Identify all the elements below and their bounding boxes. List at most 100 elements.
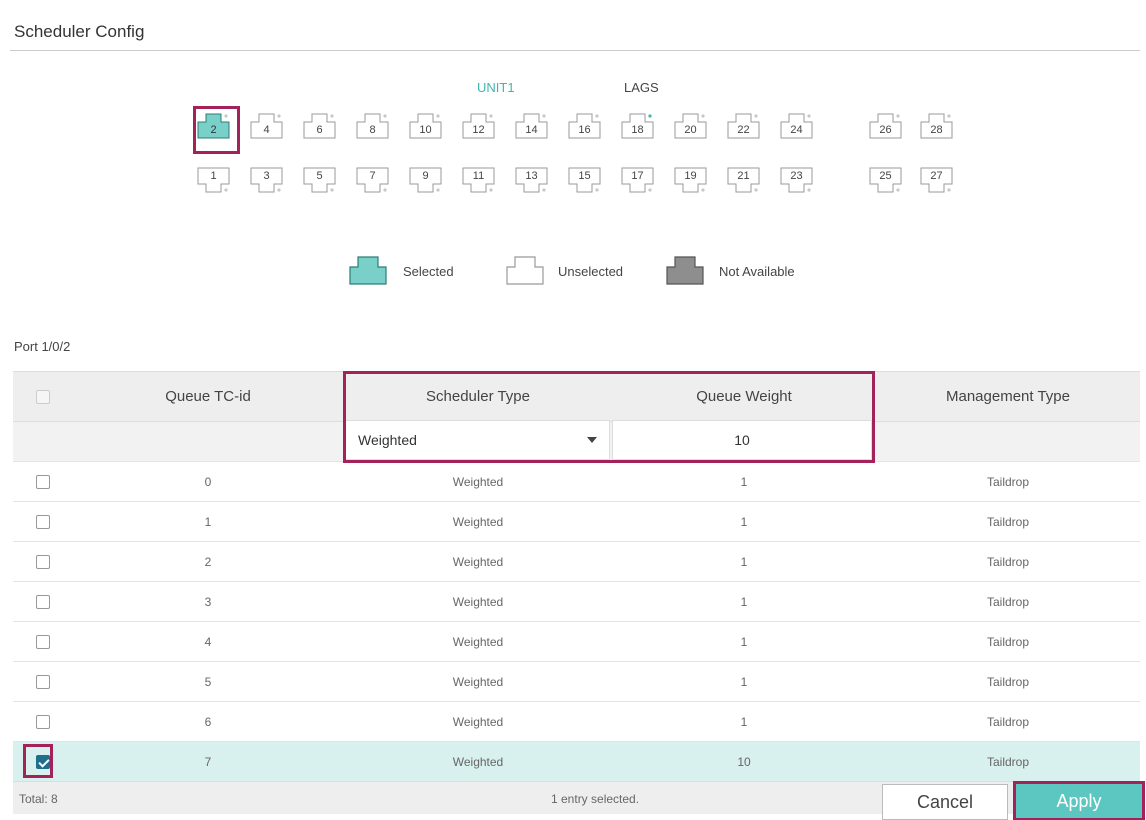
cell-management-type: Taildrop [876,541,1140,582]
unselected-port-icon [506,256,544,285]
port-6[interactable]: 6 [303,112,336,139]
port-9[interactable]: 9 [409,167,442,194]
cell-queue-weight: 1 [612,461,876,502]
port-number: 8 [369,124,376,136]
port-number: 10 [419,124,432,136]
cell-queue-id: 2 [72,541,344,582]
port-number: 15 [578,170,591,182]
checked-row-highlight [23,744,53,778]
port-26[interactable]: 26 [869,112,902,139]
port-4[interactable]: 4 [250,112,283,139]
port-8[interactable]: 8 [356,112,389,139]
port-number: 13 [525,170,538,182]
port-5[interactable]: 5 [303,167,336,194]
cell-management-type: Taildrop [876,581,1140,622]
port-19[interactable]: 19 [674,167,707,194]
title-divider [10,50,1140,51]
port-11[interactable]: 11 [462,167,495,194]
table-row[interactable]: 5 Weighted 1 Taildrop [13,661,1140,702]
row-checkbox[interactable] [35,474,50,489]
port-15[interactable]: 15 [568,167,601,194]
port-1[interactable]: 1 [197,167,230,194]
selected-port-highlight [193,106,240,154]
cell-scheduler-type: Weighted [344,501,612,542]
port-number: 19 [684,170,697,182]
port-number: 6 [316,124,323,136]
port-number: 21 [737,170,750,182]
cell-management-type: Taildrop [876,461,1140,502]
cell-queue-weight: 1 [612,581,876,622]
table-row[interactable]: 4 Weighted 1 Taildrop [13,621,1140,662]
cell-management-type: Taildrop [876,501,1140,542]
apply-button[interactable]: Apply [1013,781,1145,820]
port-12[interactable]: 12 [462,112,495,139]
cell-queue-id: 1 [72,501,344,542]
port-22[interactable]: 22 [727,112,760,139]
port-18[interactable]: 18 [621,112,654,139]
port-number: 23 [790,170,803,182]
legend-unselected: Unselected [506,255,666,285]
port-number: 20 [684,124,697,136]
table-row[interactable]: 3 Weighted 1 Taildrop [13,581,1140,622]
port-7[interactable]: 7 [356,167,389,194]
port-13[interactable]: 13 [515,167,548,194]
port-10[interactable]: 10 [409,112,442,139]
select-all-checkbox[interactable] [35,390,50,405]
port-number: 4 [263,124,270,136]
cell-queue-weight: 1 [612,541,876,582]
port-number: 18 [631,124,644,136]
select-all-cell [13,371,72,422]
port-number: 25 [879,170,892,182]
port-number: 27 [930,170,943,182]
table-row[interactable]: 6 Weighted 1 Taildrop [13,701,1140,742]
table-row[interactable]: 2 Weighted 1 Taildrop [13,541,1140,582]
cell-scheduler-type: Weighted [344,541,612,582]
port-number: 12 [472,124,485,136]
port-17[interactable]: 17 [621,167,654,194]
port-24[interactable]: 24 [780,112,813,139]
cell-scheduler-type: Weighted [344,661,612,702]
header-queue-tc-id: Queue TC-id [72,371,344,422]
port-14[interactable]: 14 [515,112,548,139]
table-row[interactable]: 7 Weighted 10 Taildrop [13,741,1140,782]
row-checkbox[interactable] [35,634,50,649]
cell-queue-weight: 1 [612,621,876,662]
selection-status: 1 entry selected. [551,792,640,806]
port-16[interactable]: 16 [568,112,601,139]
tab-lags[interactable]: LAGS [624,80,659,95]
port-number: 9 [422,170,429,182]
tab-unit1[interactable]: UNIT1 [477,80,515,95]
cell-queue-id: 3 [72,581,344,622]
port-23[interactable]: 23 [780,167,813,194]
row-checkbox[interactable] [35,714,50,729]
port-20[interactable]: 20 [674,112,707,139]
port-number: 5 [316,170,323,182]
row-checkbox[interactable] [35,594,50,609]
cell-queue-id: 5 [72,661,344,702]
cell-scheduler-type: Weighted [344,581,612,622]
port-number: 28 [930,124,943,136]
cell-scheduler-type: Weighted [344,621,612,662]
cell-queue-id: 6 [72,701,344,742]
port-3[interactable]: 3 [250,167,283,194]
row-checkbox[interactable] [35,554,50,569]
port-number: 26 [879,124,892,136]
port-number: 11 [472,170,485,182]
port-21[interactable]: 21 [727,167,760,194]
port-number: 16 [578,124,591,136]
port-label: Port 1/0/2 [14,339,71,354]
port-27[interactable]: 27 [920,167,953,194]
not-available-port-icon [666,256,704,285]
cell-management-type: Taildrop [876,621,1140,662]
edit-fields-highlight [343,371,875,463]
table-row[interactable]: 0 Weighted 1 Taildrop [13,461,1140,502]
cell-queue-weight: 10 [612,741,876,782]
row-checkbox[interactable] [35,674,50,689]
legend-selected: Selected [349,255,489,285]
row-checkbox[interactable] [35,514,50,529]
table-row[interactable]: 1 Weighted 1 Taildrop [13,501,1140,542]
cancel-button[interactable]: Cancel [882,784,1008,820]
header-management-type: Management Type [876,371,1140,422]
port-28[interactable]: 28 [920,112,953,139]
port-25[interactable]: 25 [869,167,902,194]
